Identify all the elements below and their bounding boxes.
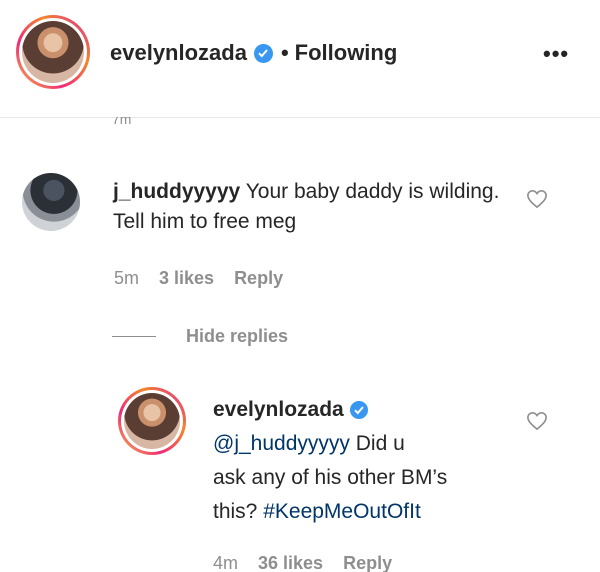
reply-avatar-ring-inner — [121, 390, 183, 452]
profile-avatar[interactable] — [16, 15, 90, 89]
comment-meta: 5m 3 likes Reply — [114, 268, 283, 289]
reply-body: @j_huddyyyyy Did u ask any of his other … — [213, 427, 513, 529]
avatar-ring-inner — [19, 18, 87, 86]
verified-badge-icon — [253, 43, 273, 63]
reply-time: 4m — [213, 553, 239, 572]
reply-text-line-1: Did u — [355, 432, 405, 455]
comment-username[interactable]: j_huddyyyyy — [113, 180, 240, 203]
header-user-row: evelynlozada • Following — [110, 40, 397, 66]
like-comment-heart-icon[interactable] — [526, 189, 548, 209]
reply-text-line-3: this? — [213, 500, 258, 523]
header-username[interactable]: evelynlozada — [110, 40, 247, 66]
comment-time: 5m — [114, 268, 140, 288]
previous-comment-time: 7m — [112, 117, 132, 125]
post-header: evelynlozada • Following ••• — [0, 0, 600, 118]
reply-mention-link[interactable]: @j_huddyyyyy — [213, 432, 350, 455]
commenter-avatar[interactable] — [22, 173, 80, 231]
reply-reply-button[interactable]: Reply — [343, 553, 392, 572]
avatar-image — [22, 21, 84, 83]
like-reply-heart-icon[interactable] — [526, 411, 548, 431]
more-options-icon[interactable]: ••• — [543, 43, 569, 65]
reply-verified-badge-icon — [349, 401, 368, 419]
reply-avatar-image — [124, 393, 180, 449]
reply-likes[interactable]: 36 likes — [258, 553, 323, 572]
following-button[interactable]: Following — [295, 40, 398, 66]
hide-replies-label: Hide replies — [186, 326, 289, 346]
reply-meta: 4m 36 likes Reply — [213, 553, 392, 572]
separator-dot: • — [280, 40, 289, 65]
comment-reply-button[interactable]: Reply — [234, 268, 283, 289]
comment-body: j_huddyyyyy Your baby daddy is wilding. … — [113, 177, 513, 237]
reply-avatar[interactable] — [118, 387, 186, 455]
reply-hashtag-link[interactable]: #KeepMeOutOfIt — [263, 500, 421, 523]
replies-divider-line — [112, 336, 156, 337]
comment-likes[interactable]: 3 likes — [159, 268, 214, 289]
reply-text-line-2: ask any of his other BM’s — [213, 466, 448, 489]
reply-user-row: evelynlozada — [213, 398, 368, 422]
reply-username[interactable]: evelynlozada — [213, 398, 344, 422]
hide-replies-button[interactable]: Hide replies — [112, 326, 288, 347]
